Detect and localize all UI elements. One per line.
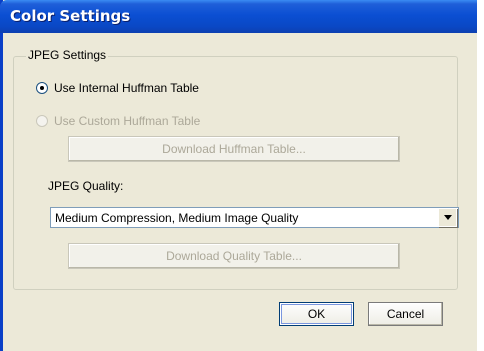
ok-button[interactable]: OK [279, 302, 354, 326]
download-huffman-table-button[interactable]: Download Huffman Table... [68, 136, 400, 162]
jpeg-quality-value: Medium Compression, Medium Image Quality [55, 210, 299, 225]
download-quality-table-button[interactable]: Download Quality Table... [68, 243, 400, 269]
jpeg-quality-label: JPEG Quality: [48, 179, 124, 193]
color-settings-dialog: Color Settings JPEG Settings Use Interna… [0, 0, 477, 351]
radio-button-checked[interactable] [36, 82, 48, 94]
radio-internal-huffman-label: Use Internal Huffman Table [54, 81, 199, 95]
jpeg-quality-select[interactable]: Medium Compression, Medium Image Quality [50, 207, 459, 228]
chevron-down-icon[interactable] [438, 208, 457, 227]
window-title: Color Settings [10, 7, 131, 25]
radio-button-disabled[interactable] [36, 115, 48, 127]
title-bar[interactable]: Color Settings [0, 0, 477, 33]
radio-custom-huffman[interactable]: Use Custom Huffman Table [36, 114, 200, 128]
radio-internal-huffman[interactable]: Use Internal Huffman Table [36, 81, 199, 95]
radio-custom-huffman-label: Use Custom Huffman Table [54, 114, 201, 128]
cancel-button[interactable]: Cancel [368, 302, 443, 326]
group-label: JPEG Settings [26, 48, 109, 62]
